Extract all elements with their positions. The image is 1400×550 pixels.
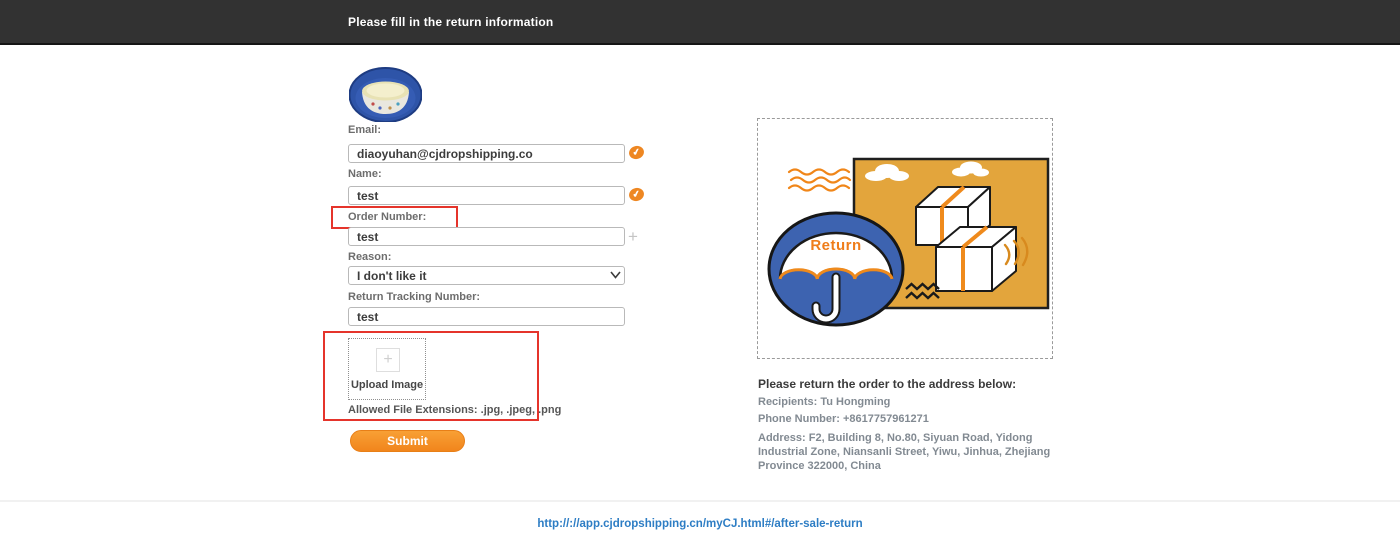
product-bowl-illustration bbox=[349, 64, 422, 122]
return-umbrella-label: Return bbox=[810, 237, 861, 254]
order-number-label: Order Number: bbox=[348, 211, 426, 223]
phone-number-text: Phone Number: +8617757961271 bbox=[758, 413, 929, 425]
return-illustration: Return bbox=[758, 119, 1052, 358]
parcel-box-bottom bbox=[936, 227, 1016, 291]
upload-image-label: Upload Image bbox=[349, 379, 425, 391]
name-label: Name: bbox=[348, 168, 382, 180]
allowed-extensions-text: Allowed File Extensions: .jpg, .jpeg, .p… bbox=[348, 404, 561, 416]
tracking-number-label: Return Tracking Number: bbox=[348, 291, 480, 303]
squiggle-lines-orange bbox=[789, 170, 850, 191]
name-field[interactable] bbox=[348, 186, 625, 205]
return-illustration-frame: Return bbox=[757, 118, 1053, 359]
return-umbrella-badge: Return bbox=[769, 213, 903, 325]
footer-url-link[interactable]: http://://app.cjdropshipping.cn/myCJ.htm… bbox=[0, 518, 1400, 530]
email-label: Email: bbox=[348, 124, 381, 136]
return-address-heading: Please return the order to the address b… bbox=[758, 377, 1016, 391]
email-valid-check-icon: ✔ bbox=[628, 144, 646, 160]
name-valid-check-icon: ✔ bbox=[628, 186, 646, 202]
email-field[interactable] bbox=[348, 144, 625, 163]
recipients-text: Recipients: Tu Hongming bbox=[758, 396, 890, 408]
reason-label: Reason: bbox=[348, 251, 391, 263]
order-number-field[interactable] bbox=[348, 227, 625, 246]
page-title: Please fill in the return information bbox=[348, 0, 553, 45]
add-order-plus-icon[interactable]: + bbox=[628, 227, 638, 247]
footer-divider bbox=[0, 500, 1400, 502]
tracking-number-field[interactable] bbox=[348, 307, 625, 326]
submit-button[interactable]: Submit bbox=[350, 430, 465, 452]
header-bar: Please fill in the return information bbox=[0, 0, 1400, 45]
address-text: Address: F2, Building 8, No.80, Siyuan R… bbox=[758, 431, 1060, 473]
return-form-page: Please fill in the return information Em… bbox=[0, 0, 1400, 550]
upload-image-button[interactable]: + Upload Image bbox=[348, 338, 426, 400]
product-image bbox=[349, 64, 422, 122]
upload-plus-icon: + bbox=[376, 348, 400, 372]
reason-select[interactable]: I don't like it bbox=[348, 266, 625, 285]
